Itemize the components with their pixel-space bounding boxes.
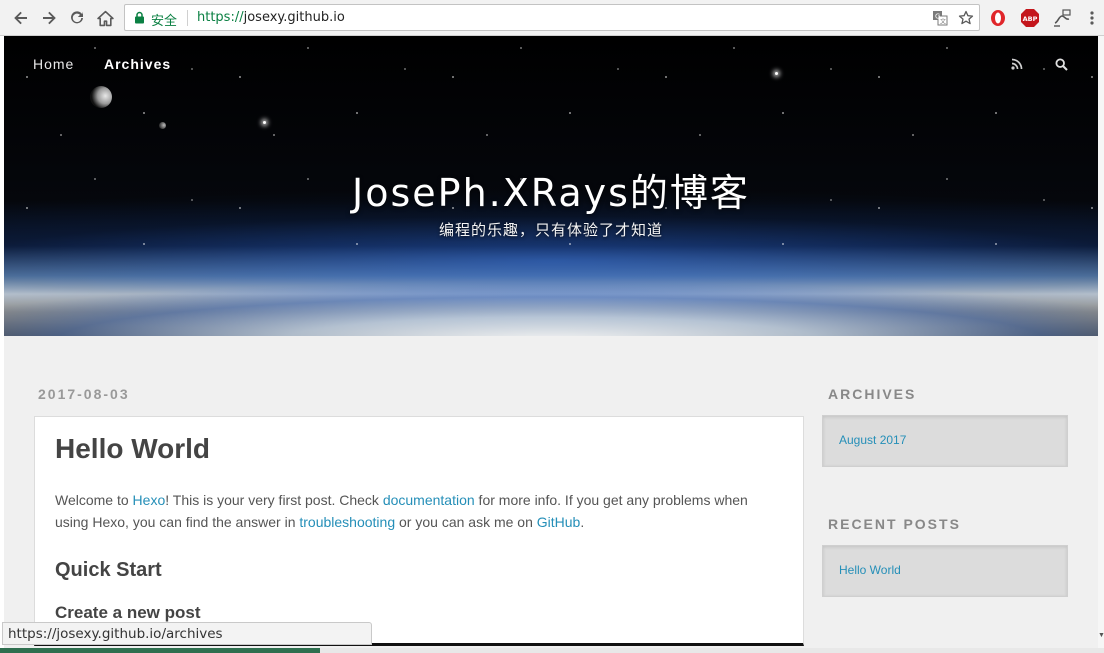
nav-link-archives[interactable]: Archives bbox=[104, 56, 171, 72]
archives-widget: August 2017 bbox=[822, 415, 1068, 467]
text-run: or you can ask me on bbox=[395, 514, 537, 530]
heading-quick-start: Quick Start bbox=[55, 559, 162, 581]
star-icon[interactable] bbox=[957, 9, 975, 27]
lock-icon bbox=[134, 11, 145, 29]
svg-text:ABP: ABP bbox=[1023, 15, 1038, 23]
adblock-icon[interactable]: ABP bbox=[1020, 8, 1040, 28]
site-title: JosePh.XRays的博客 bbox=[352, 171, 750, 215]
text-run: Welcome to bbox=[55, 492, 133, 508]
home-icon[interactable] bbox=[93, 6, 117, 30]
nav-link-home[interactable]: Home bbox=[33, 56, 74, 72]
text-run: ! This is your very first post. Check bbox=[165, 492, 383, 508]
translate-icon[interactable]: G文 bbox=[931, 9, 949, 27]
star bbox=[775, 72, 778, 75]
post-article: Hello World Welcome to Hexo! This is you… bbox=[34, 416, 804, 646]
svg-text:文: 文 bbox=[940, 18, 946, 26]
hexo-link[interactable]: Hexo bbox=[133, 492, 166, 508]
url-host: josexy.github.io bbox=[243, 10, 345, 25]
forward-arrow-icon[interactable] bbox=[37, 6, 61, 30]
recent-posts-widget-title: RECENT POSTS bbox=[828, 516, 961, 532]
moon-small bbox=[159, 122, 166, 129]
security-label: 安全 bbox=[151, 14, 178, 29]
documentation-link[interactable]: documentation bbox=[383, 492, 475, 508]
window-bottom-edge bbox=[0, 648, 1104, 653]
back-arrow-icon[interactable] bbox=[9, 6, 33, 30]
status-bubble-url: https://josexy.github.io/archives bbox=[2, 622, 372, 645]
post-date[interactable]: 2017-08-03 bbox=[38, 386, 130, 402]
extension-icon[interactable] bbox=[1052, 8, 1072, 28]
page-scrollbar[interactable] bbox=[1098, 36, 1104, 653]
post-title[interactable]: Hello World bbox=[55, 433, 210, 465]
recent-post-link-hello-world[interactable]: Hello World bbox=[839, 563, 901, 577]
troubleshooting-link[interactable]: troubleshooting bbox=[299, 514, 395, 530]
star bbox=[263, 121, 266, 124]
archives-widget-title: ARCHIVES bbox=[828, 386, 917, 402]
archive-link-august-2017[interactable]: August 2017 bbox=[839, 433, 906, 447]
site-header-banner: Home Archives JosePh.XRays的博客 编程的乐趣，只有体验… bbox=[4, 36, 1098, 336]
browser-toolbar: 安全 https://josexy.github.io G文 ABP bbox=[0, 0, 1104, 36]
omnibox-divider bbox=[187, 10, 188, 26]
menu-dots-icon[interactable] bbox=[1084, 8, 1100, 28]
address-bar[interactable]: 安全 https://josexy.github.io G文 bbox=[124, 4, 980, 31]
url-text[interactable]: https://josexy.github.io bbox=[197, 10, 345, 25]
page-viewport: Home Archives JosePh.XRays的博客 编程的乐趣，只有体验… bbox=[4, 36, 1098, 653]
taskbar-strip bbox=[0, 648, 320, 653]
search-icon[interactable] bbox=[1053, 56, 1069, 72]
url-scheme: https:// bbox=[197, 10, 244, 25]
recent-posts-widget: Hello World bbox=[822, 545, 1068, 597]
reload-icon[interactable] bbox=[65, 6, 89, 30]
post-intro: Welcome to Hexo! This is your very first… bbox=[55, 489, 775, 533]
github-link[interactable]: GitHub bbox=[537, 514, 581, 530]
rss-icon[interactable] bbox=[1009, 56, 1025, 72]
moon bbox=[90, 86, 112, 108]
site-subtitle: 编程的乐趣，只有体验了才知道 bbox=[438, 221, 663, 239]
scroll-down-arrow-icon[interactable]: ▼ bbox=[1098, 632, 1104, 640]
text-run: . bbox=[580, 514, 585, 530]
heading-create-post: Create a new post bbox=[55, 603, 201, 622]
opera-icon[interactable] bbox=[988, 8, 1008, 28]
